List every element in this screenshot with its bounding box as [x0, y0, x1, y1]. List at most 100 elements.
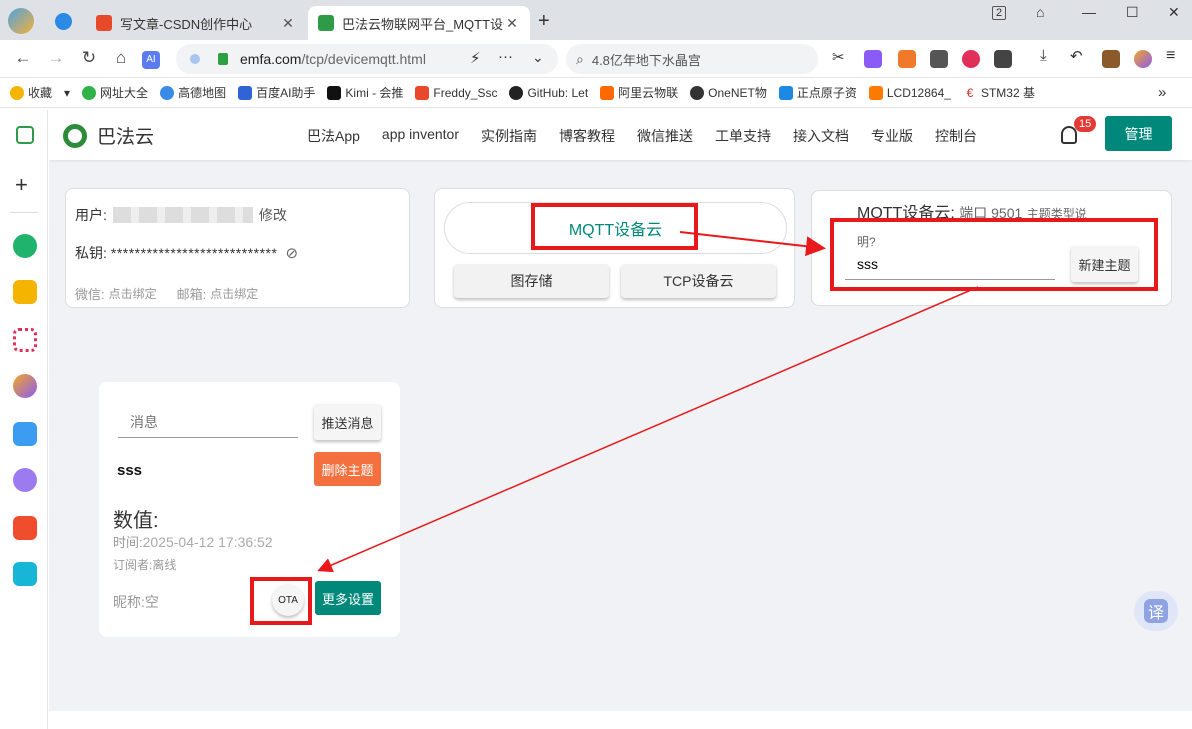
scissors-icon[interactable]: ✂: [832, 48, 850, 66]
message-input[interactable]: [118, 406, 298, 438]
briefcase-icon[interactable]: [1102, 50, 1120, 68]
translate-icon: 译: [1144, 599, 1168, 623]
translate-button[interactable]: 译: [1134, 591, 1178, 631]
eye-off-icon[interactable]: ⊘: [285, 244, 298, 262]
menu-icon[interactable]: ≡: [1166, 47, 1184, 65]
ai-icon[interactable]: AI: [142, 51, 160, 69]
bookmark-item[interactable]: Freddy_Ssc: [415, 85, 497, 100]
tab-bemfa[interactable]: 巴法云物联网平台_MQTT设备 ✕: [308, 6, 530, 40]
tab-count-badge[interactable]: 2: [992, 6, 1007, 20]
key-value: ****************************: [110, 245, 278, 261]
notification-badge: 15: [1074, 116, 1097, 132]
bemfa-logo-icon: [63, 123, 87, 148]
bookmark-icon: €: [962, 85, 977, 100]
menu-item[interactable]: 工单支持: [715, 126, 771, 146]
network-app-icon[interactable]: [13, 328, 37, 352]
bookmark-item[interactable]: 正点原子资: [778, 84, 857, 101]
bookmark-icon: [868, 85, 883, 100]
tcp-cloud-button[interactable]: TCP设备云: [621, 264, 776, 298]
nickname-line: 昵称:空: [113, 594, 159, 610]
wechat-label: 微信:: [75, 287, 105, 302]
reader-ext-icon[interactable]: [930, 50, 948, 68]
user-info-card: 用户: 修改 私钥: **************************** …: [65, 188, 410, 308]
bookmark-item[interactable]: 收藏 ▾: [10, 84, 70, 101]
translate-ext-icon[interactable]: [864, 50, 882, 68]
bookmark-item[interactable]: 高德地图: [160, 84, 226, 101]
bookmark-item[interactable]: € STM32 基: [962, 84, 1035, 101]
window-close-icon[interactable]: ✕: [1168, 4, 1180, 21]
site-menu: 巴法App app inventor 实例指南 博客教程 微信推送 工单支持 接…: [307, 126, 999, 146]
browser-tab-bar: 写文章-CSDN创作中心 ✕ 巴法云物联网平台_MQTT设备 ✕ + 2 ⌂ —…: [0, 0, 1192, 40]
topic-name: sss: [117, 462, 143, 479]
puzzle-icon[interactable]: [994, 50, 1012, 68]
bookmark-item[interactable]: 网址大全: [82, 84, 148, 101]
assistant-icon[interactable]: [1134, 50, 1152, 68]
mini-program-icon[interactable]: [13, 234, 37, 258]
lightning-icon[interactable]: ⚡: [470, 49, 481, 67]
new-tab-button[interactable]: +: [538, 10, 550, 33]
menu-item[interactable]: 巴法App: [307, 126, 360, 146]
maximize-icon[interactable]: ☐: [1126, 4, 1139, 21]
address-bar[interactable]: emfa.com/tcp/devicemqtt.html ⚡ ··· ⌄: [176, 44, 558, 74]
plus-app-icon[interactable]: [13, 562, 37, 586]
ai-app-icon[interactable]: [13, 422, 37, 446]
menu-item[interactable]: 实例指南: [481, 126, 537, 146]
tab-csdn[interactable]: 写文章-CSDN创作中心 ✕: [86, 6, 306, 40]
tab-title: 巴法云物联网平台_MQTT设备: [342, 16, 504, 32]
admin-button[interactable]: 管理: [1105, 116, 1172, 151]
push-message-button[interactable]: 推送消息: [314, 404, 381, 440]
nickname-value: 空: [144, 594, 159, 610]
chevron-down-icon[interactable]: ⌄: [532, 49, 544, 66]
home-icon[interactable]: ⌂: [110, 48, 132, 68]
delete-topic-button[interactable]: 删除主题: [314, 452, 381, 486]
shirt-icon[interactable]: ⌂: [1036, 4, 1044, 20]
timestamp: 2025-04-12 17:36:52: [142, 534, 273, 550]
forward-icon[interactable]: →: [45, 48, 67, 68]
bookmark-item[interactable]: Kimi - 会推: [327, 84, 403, 101]
image-storage-button[interactable]: 图存储: [454, 264, 609, 298]
telegram-icon[interactable]: [55, 13, 72, 30]
bookmark-icon: [238, 85, 253, 100]
download-icon[interactable]: ⤓: [1040, 47, 1058, 65]
bot-icon[interactable]: [13, 468, 37, 492]
close-icon[interactable]: ✕: [280, 15, 296, 32]
site-logo[interactable]: 巴法云: [63, 122, 154, 149]
more-icon[interactable]: ···: [498, 48, 513, 65]
gamepad-icon[interactable]: [13, 516, 37, 540]
menu-item[interactable]: 专业版: [871, 126, 913, 146]
menu-item[interactable]: 微信推送: [637, 126, 693, 146]
bookmark-item[interactable]: 百度AI助手: [238, 84, 315, 101]
game-ext-icon[interactable]: [898, 50, 916, 68]
close-icon[interactable]: ✕: [504, 15, 520, 32]
wechat-bind-link[interactable]: 点击绑定: [109, 285, 157, 302]
browser-logo-icon[interactable]: [8, 8, 34, 34]
email-bind-link[interactable]: 点击绑定: [210, 285, 258, 302]
menu-item[interactable]: 接入文档: [793, 126, 849, 146]
menu-item[interactable]: 控制台: [935, 126, 977, 146]
bookmark-icon: [600, 85, 615, 100]
reload-icon[interactable]: ↻: [78, 48, 100, 68]
minimize-icon[interactable]: —: [1082, 4, 1096, 20]
edit-link[interactable]: 修改: [259, 205, 287, 225]
bookmark-item[interactable]: OneNET物: [690, 84, 767, 101]
back-icon[interactable]: ←: [12, 48, 34, 68]
bookmark-item[interactable]: LCD12864_: [868, 85, 951, 100]
bookmark-item[interactable]: GitHub: Let: [509, 85, 588, 100]
browser-sidebar: +: [0, 110, 48, 729]
more-settings-button[interactable]: 更多设置: [315, 581, 381, 615]
star-app-icon[interactable]: [13, 280, 37, 304]
search-box[interactable]: ⌕ 4.8亿年地下水晶宫: [566, 44, 818, 74]
ai-chat-icon[interactable]: [13, 374, 37, 398]
annotation-box-mqtt: [531, 203, 698, 250]
menu-item[interactable]: app inventor: [382, 126, 459, 146]
more-bookmarks-icon[interactable]: »: [1158, 84, 1166, 101]
bookmark-icon: [690, 85, 705, 100]
bookmark-item[interactable]: 阿里云物联: [600, 84, 678, 101]
home-icon[interactable]: [16, 126, 34, 144]
undo-icon[interactable]: ↶: [1070, 47, 1088, 65]
browser-toolbar: ← → ↻ ⌂ AI emfa.com/tcp/devicemqtt.html …: [0, 40, 1192, 78]
add-icon[interactable]: +: [15, 172, 39, 197]
menu-item[interactable]: 博客教程: [559, 126, 615, 146]
network-ext-icon[interactable]: [962, 50, 980, 68]
bookmark-icon: [415, 85, 430, 100]
